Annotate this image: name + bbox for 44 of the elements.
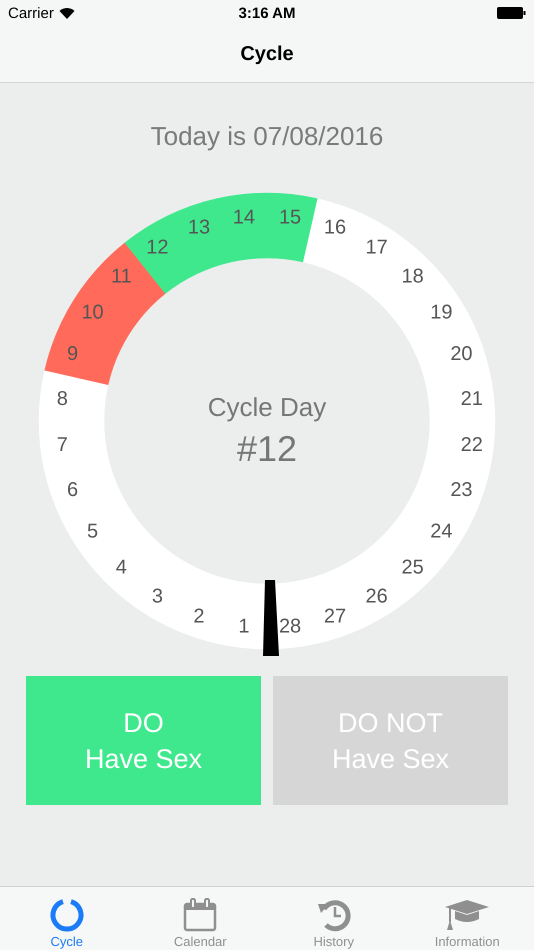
day-number: 21 [460, 388, 483, 410]
nav-title: Cycle [240, 42, 294, 66]
day-number: 9 [67, 342, 78, 365]
carrier-name: Carrier [8, 4, 54, 22]
ring-icon [50, 898, 84, 932]
day-number: 4 [116, 556, 127, 579]
day-number: 24 [430, 520, 453, 543]
day-number: 22 [460, 434, 483, 456]
day-number: 16 [324, 216, 346, 239]
battery-icon [497, 7, 526, 19]
wifi-icon [58, 7, 75, 19]
day-number: 12 [146, 236, 169, 259]
day-number: 15 [278, 206, 302, 228]
day-number: 10 [81, 301, 104, 324]
tab-item[interactable]: Information [400, 887, 534, 950]
history-icon [316, 898, 351, 932]
today-date: Today is 07/08/2016 [150, 121, 384, 151]
day-number: 19 [430, 301, 453, 324]
day-number: 3 [152, 585, 163, 608]
cycle-day-number: #12 [236, 428, 298, 469]
tab-item[interactable]: History [267, 887, 400, 950]
tab-item[interactable]: Cycle [0, 887, 134, 950]
day-number: 26 [365, 585, 388, 608]
day-number: 23 [450, 479, 473, 502]
day-number: 1 [238, 616, 250, 638]
day-number: 27 [324, 605, 346, 628]
day-number: 20 [450, 342, 473, 365]
day-number: 17 [365, 236, 388, 259]
status-time: 3:16 AM [238, 4, 296, 22]
tab-item[interactable]: Calendar [134, 887, 267, 950]
day-number: 5 [87, 520, 98, 543]
day-number: 18 [402, 265, 424, 288]
cycle-day-label: Cycle Day [208, 392, 326, 422]
day-number: 2 [193, 605, 205, 628]
calendar-icon [183, 898, 218, 932]
day-number: 14 [232, 206, 256, 228]
advice-button[interactable]: DO Have Sex [26, 676, 261, 805]
day-number: 8 [56, 388, 68, 410]
day-number: 6 [67, 479, 78, 502]
day-number: 7 [56, 434, 68, 456]
day-number: 13 [188, 216, 210, 239]
day-number: 11 [110, 265, 132, 288]
day-number: 25 [402, 556, 424, 579]
day-number: 28 [278, 616, 302, 638]
